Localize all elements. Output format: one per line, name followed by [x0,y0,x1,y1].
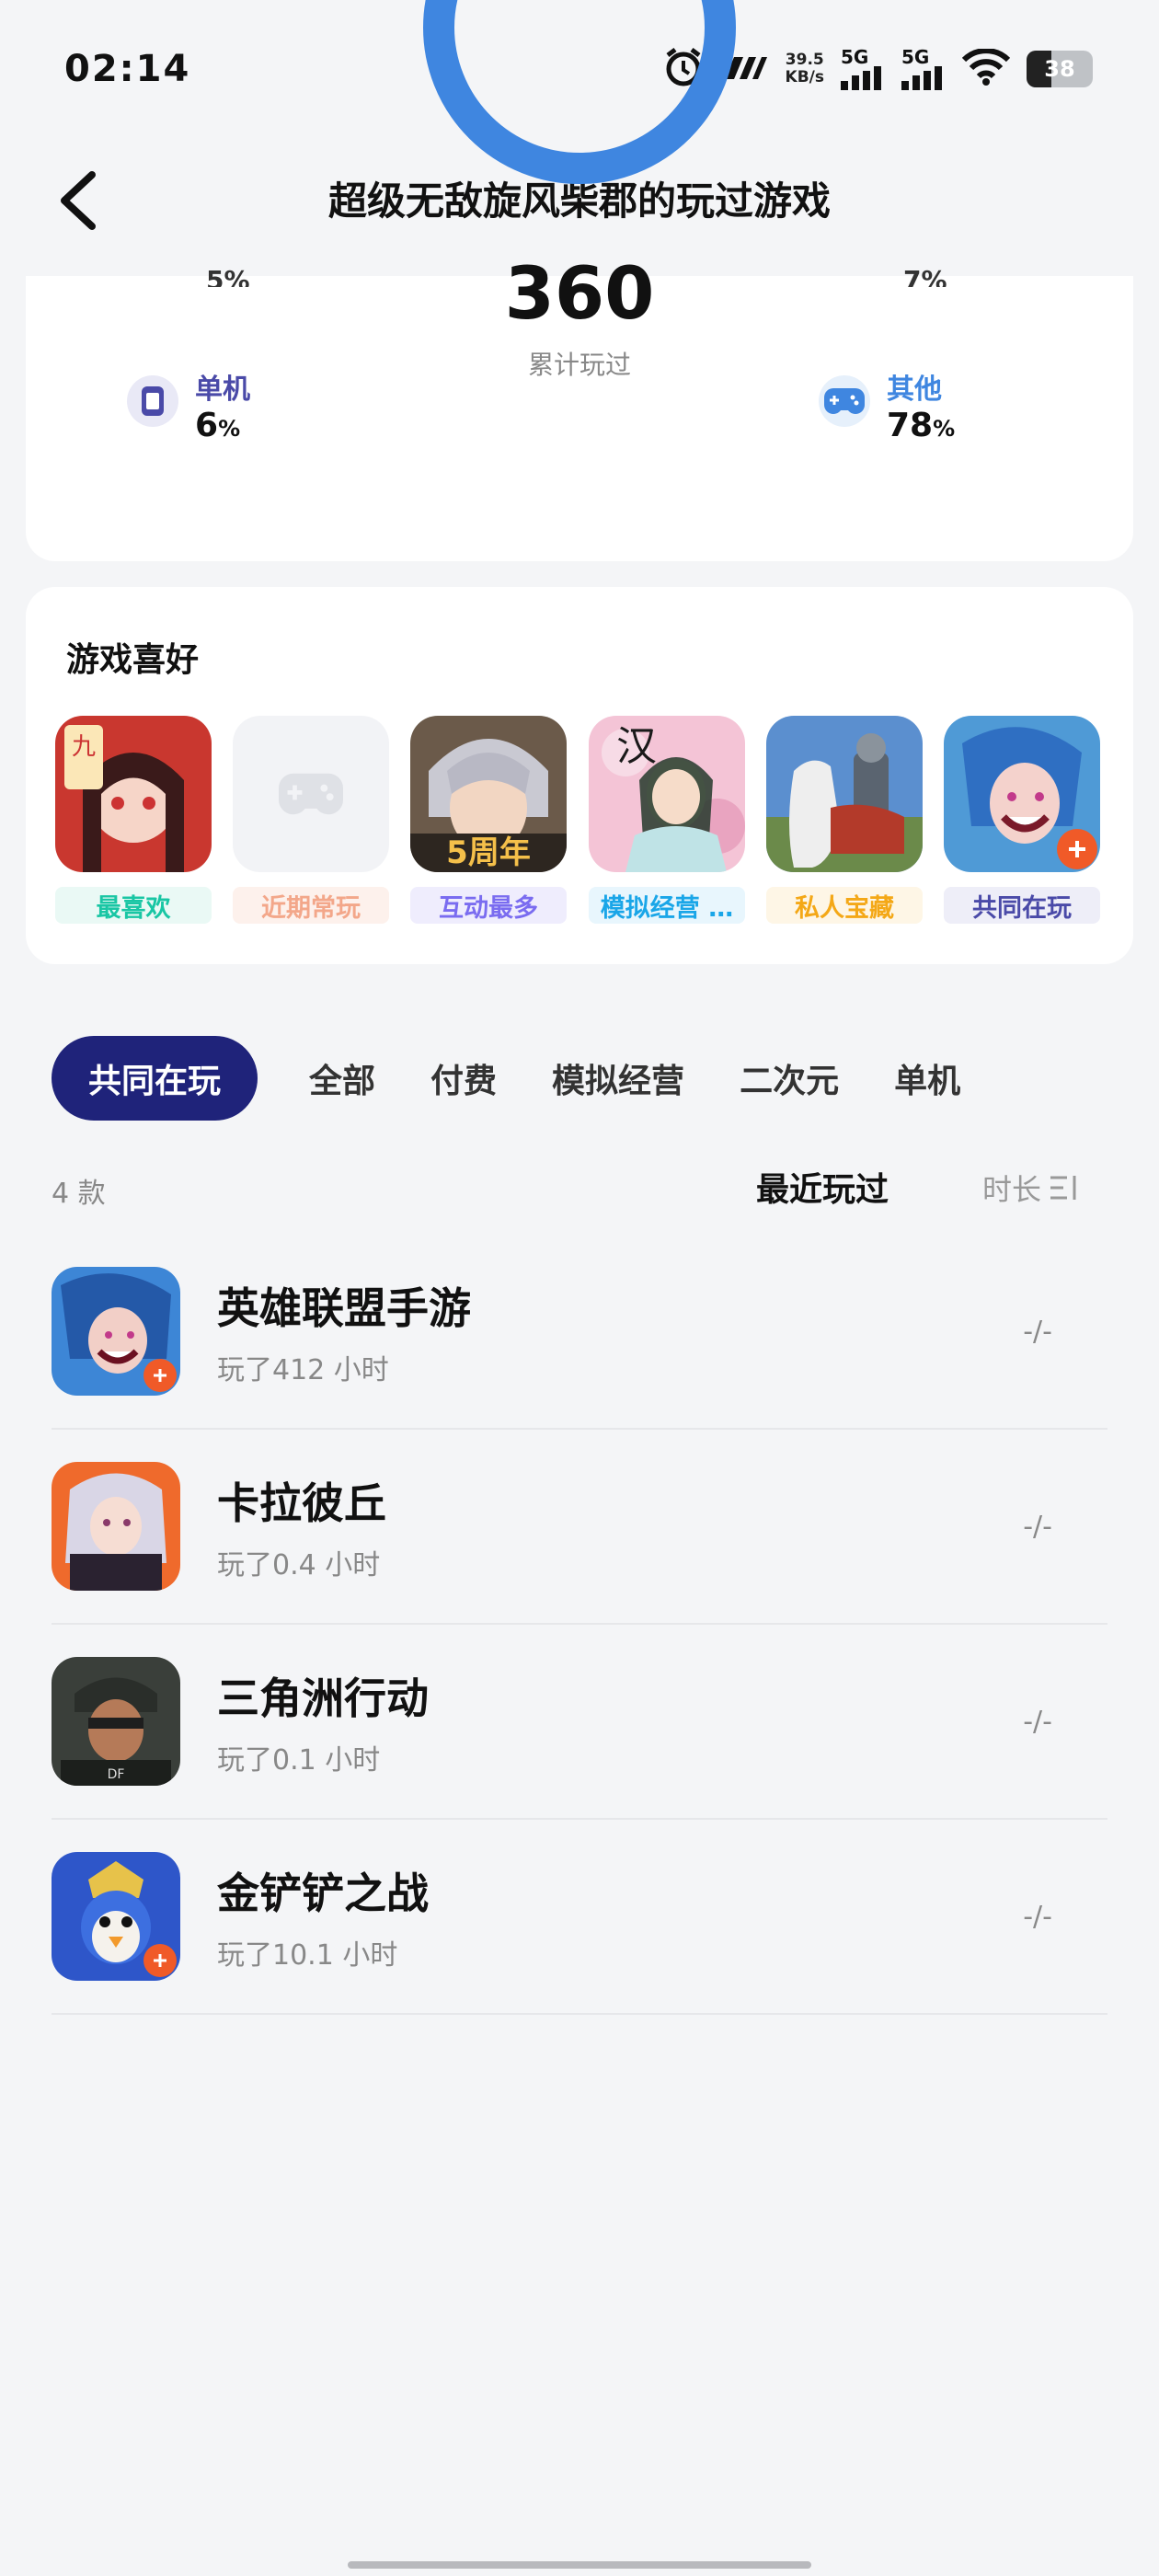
game-row[interactable]: 金铲铲之战 玩了10.1 小时 -/- [52,1820,1107,2015]
game-info: 英雄联盟手游 玩了412 小时 [217,1275,1023,1387]
wifi-icon [961,48,1011,89]
single-label: 单机 [195,374,250,406]
preferences-title: 游戏喜好 [66,640,200,679]
top-left-percent: 5% [206,265,250,287]
single-player-icon [127,375,178,427]
game-rank: -/- [1023,1705,1052,1738]
svg-text:5周年: 5周年 [446,834,531,871]
stat-other: 其他 78% [819,366,955,444]
game-rank: -/- [1023,1315,1052,1348]
top-right-percent: 7% [903,265,947,287]
sort-recent-button[interactable]: 最近玩过 [756,1163,889,1211]
tab-playing-together[interactable]: 共同在玩 [52,1036,258,1121]
game-playtime: 玩了0.1 小时 [217,1744,381,1777]
pref-tag: 互动最多 [410,887,567,924]
net-speed: 39.5 KB/s [786,52,824,86]
tft-penguin-icon [52,1852,180,1981]
pref-most-interactive[interactable]: 5周年 互动最多 [410,716,567,924]
pref-tag: 模拟经营 … [589,887,745,924]
game-count: 4 款 [52,1178,106,1210]
tab-single-player[interactable]: 单机 [894,1054,960,1102]
svg-text:DF: DF [108,1767,125,1782]
gamepad-icon [233,716,389,872]
battery-indicator: 38 [1027,51,1093,87]
game-name: 卡拉彼丘 [217,1478,386,1528]
signal-bars-icon [901,66,942,90]
game-info: 金铲铲之战 玩了10.1 小时 [217,1860,1023,1972]
single-value-unit: % [218,416,241,442]
svg-text:汉: 汉 [616,723,657,770]
single-value: 6% [195,407,250,444]
pref-tag: 最喜欢 [55,887,212,924]
signal-1-label: 5G [841,46,869,68]
tab-paid[interactable]: 付费 [430,1054,497,1102]
game-info: 卡拉彼丘 玩了0.4 小时 [217,1470,1023,1582]
pref-recent[interactable]: 近期常玩 [233,716,389,924]
game-row[interactable]: 英雄联盟手游 玩了412 小时 -/- [52,1235,1107,1430]
game-playtime: 玩了412 小时 [217,1354,389,1386]
pref-simulation[interactable]: 汉 模拟经营 … [589,716,745,924]
pref-favorite[interactable]: 九 最喜欢 [55,716,212,924]
delta-soldier-icon: DF [52,1657,180,1786]
pref-tag: 私人宝藏 [766,887,923,924]
anime-girl-icon: 九 [55,716,212,872]
game-playtime: 玩了0.4 小时 [217,1549,381,1581]
game-playtime: 玩了10.1 小时 [217,1939,398,1972]
anime-boy-icon: 5周年 [410,716,567,872]
signal-2-label: 5G [901,46,930,68]
tab-anime[interactable]: 二次元 [740,1054,839,1102]
knight-horse-icon [766,716,923,872]
game-name: 英雄联盟手游 [217,1283,471,1333]
pref-private-treasure[interactable]: 私人宝藏 [766,716,923,924]
game-name: 金铲铲之战 [217,1869,429,1918]
hanfu-girl-icon: 汉 [589,716,745,872]
league-jinx-icon [52,1267,180,1396]
stat-single: 单机 6% [127,366,250,444]
game-name: 三角洲行动 [217,1673,429,1723]
total-played-label: 累计玩过 [527,350,631,380]
signal-bars-icon [841,66,881,90]
play-distribution-donut [423,0,736,184]
other-value-unit: % [933,416,956,442]
other-label: 其他 [887,374,942,406]
tab-simulation[interactable]: 模拟经营 [552,1054,684,1102]
other-value: 78% [887,407,955,444]
net-speed-value: 39.5 [785,51,824,69]
category-tabs: 共同在玩 全部 付费 模拟经营 二次元 单机 [52,1036,960,1121]
game-info: 三角洲行动 玩了0.1 小时 [217,1665,1023,1777]
pref-tag: 近期常玩 [233,887,389,924]
game-rank: -/- [1023,1900,1052,1933]
net-speed-unit: KB/s [785,68,824,86]
gamepad-icon [819,375,870,427]
sort-duration-label: 时长 [982,1172,1042,1207]
svg-text:九: 九 [72,733,96,761]
pref-tag: 共同在玩 [944,887,1100,924]
game-row[interactable]: DF 三角洲行动 玩了0.1 小时 -/- [52,1625,1107,1820]
game-rank: -/- [1023,1510,1052,1543]
sort-icon [1050,1176,1076,1200]
other-value-number: 78 [887,407,934,444]
single-value-number: 6 [195,407,219,444]
home-indicator[interactable] [348,2561,811,2569]
tab-all[interactable]: 全部 [309,1054,375,1102]
game-row[interactable]: 卡拉彼丘 玩了0.4 小时 -/- [52,1430,1107,1625]
strinova-girl-icon [52,1462,180,1591]
total-played-value: 360 [504,253,655,336]
signal-1: 5G [841,48,885,90]
status-time: 02:14 [64,48,191,90]
pref-playing-together[interactable]: 共同在玩 [944,716,1100,924]
sort-duration-button[interactable]: 时长 [982,1167,1080,1209]
battery-level: 38 [1044,56,1075,82]
jinx-icon [944,716,1100,872]
signal-2: 5G [901,48,946,90]
